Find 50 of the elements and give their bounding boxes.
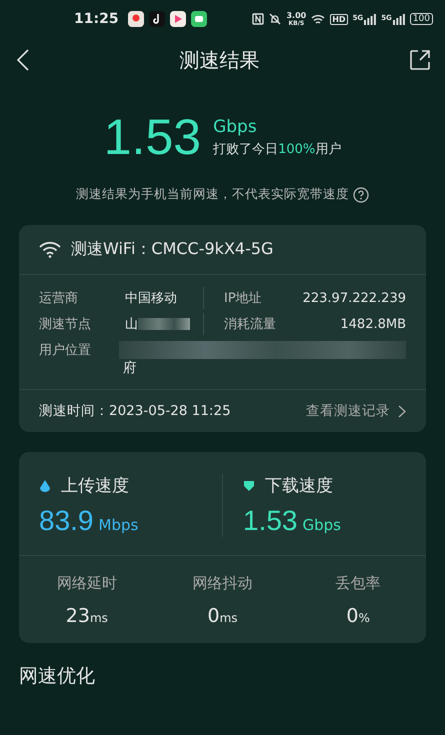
music-note-icon [148,11,165,27]
bell-muted-icon [269,13,282,25]
test-time: 测速时间：2023-05-28 11:25 [39,402,231,420]
metric-label: 丢包率 [336,574,381,593]
metric-unit: ms [220,611,238,625]
share-button[interactable] [409,49,431,71]
info-label: 测速节点 [39,316,92,333]
message-icon [190,11,207,27]
info-value: 1482.8MB [339,316,406,332]
info-label: 消耗流量 [223,316,277,333]
wifi-name: 测速WiFi：CMCC-9kX4-5G [71,239,274,260]
back-button[interactable] [16,49,30,71]
metric-unit: % [358,611,370,625]
speed-unit: Gbps [213,116,258,136]
wifi-icon [39,241,61,258]
speed-unit: Mbps [98,516,138,534]
disclaimer-text: 测速结果为手机当前网速，不代表实际宽带速度 [76,186,349,203]
help-button[interactable] [353,186,369,202]
info-label: 运营商 [39,290,79,307]
section-title: 网速优化 [19,664,96,689]
network-speed: 3.00 [286,12,306,20]
signal-icon [364,14,376,24]
metric-unit: ms [90,611,108,625]
chevron-right-icon [398,404,406,418]
clock: 11:25 [74,11,119,27]
hd-badge: HD [330,14,348,24]
speed-value: 83.9 [39,505,94,537]
metric-label: 网络抖动 [192,574,252,593]
info-label: IP地址 [223,290,263,307]
info-value: 山 [125,316,138,333]
info-value: 223.97.222.239 [302,290,406,306]
signal-icon [392,14,405,24]
page-title: 测速结果 [180,46,260,74]
speed-label: 下载速度 [265,475,333,497]
metric-value: 0 [207,605,220,627]
info-value: 中国移动 [125,290,177,307]
speed-result: 1.53 [104,110,202,164]
speed-label: 上传速度 [61,475,129,497]
play-icon [170,11,186,27]
metric-label: 网络延时 [56,574,117,593]
info-value: 府 [123,359,138,377]
metric-value: 23 [66,605,90,627]
metric-value: 0 [346,605,359,627]
nfc-icon [252,13,264,25]
wifi-icon [311,14,326,24]
speed-value: 1.53 [243,505,298,537]
info-label: 用户位置 [39,342,92,360]
battery-indicator: 100 [410,13,433,25]
speed-unit: Gbps [302,516,341,534]
history-link[interactable]: 查看测速记录 [306,402,406,420]
